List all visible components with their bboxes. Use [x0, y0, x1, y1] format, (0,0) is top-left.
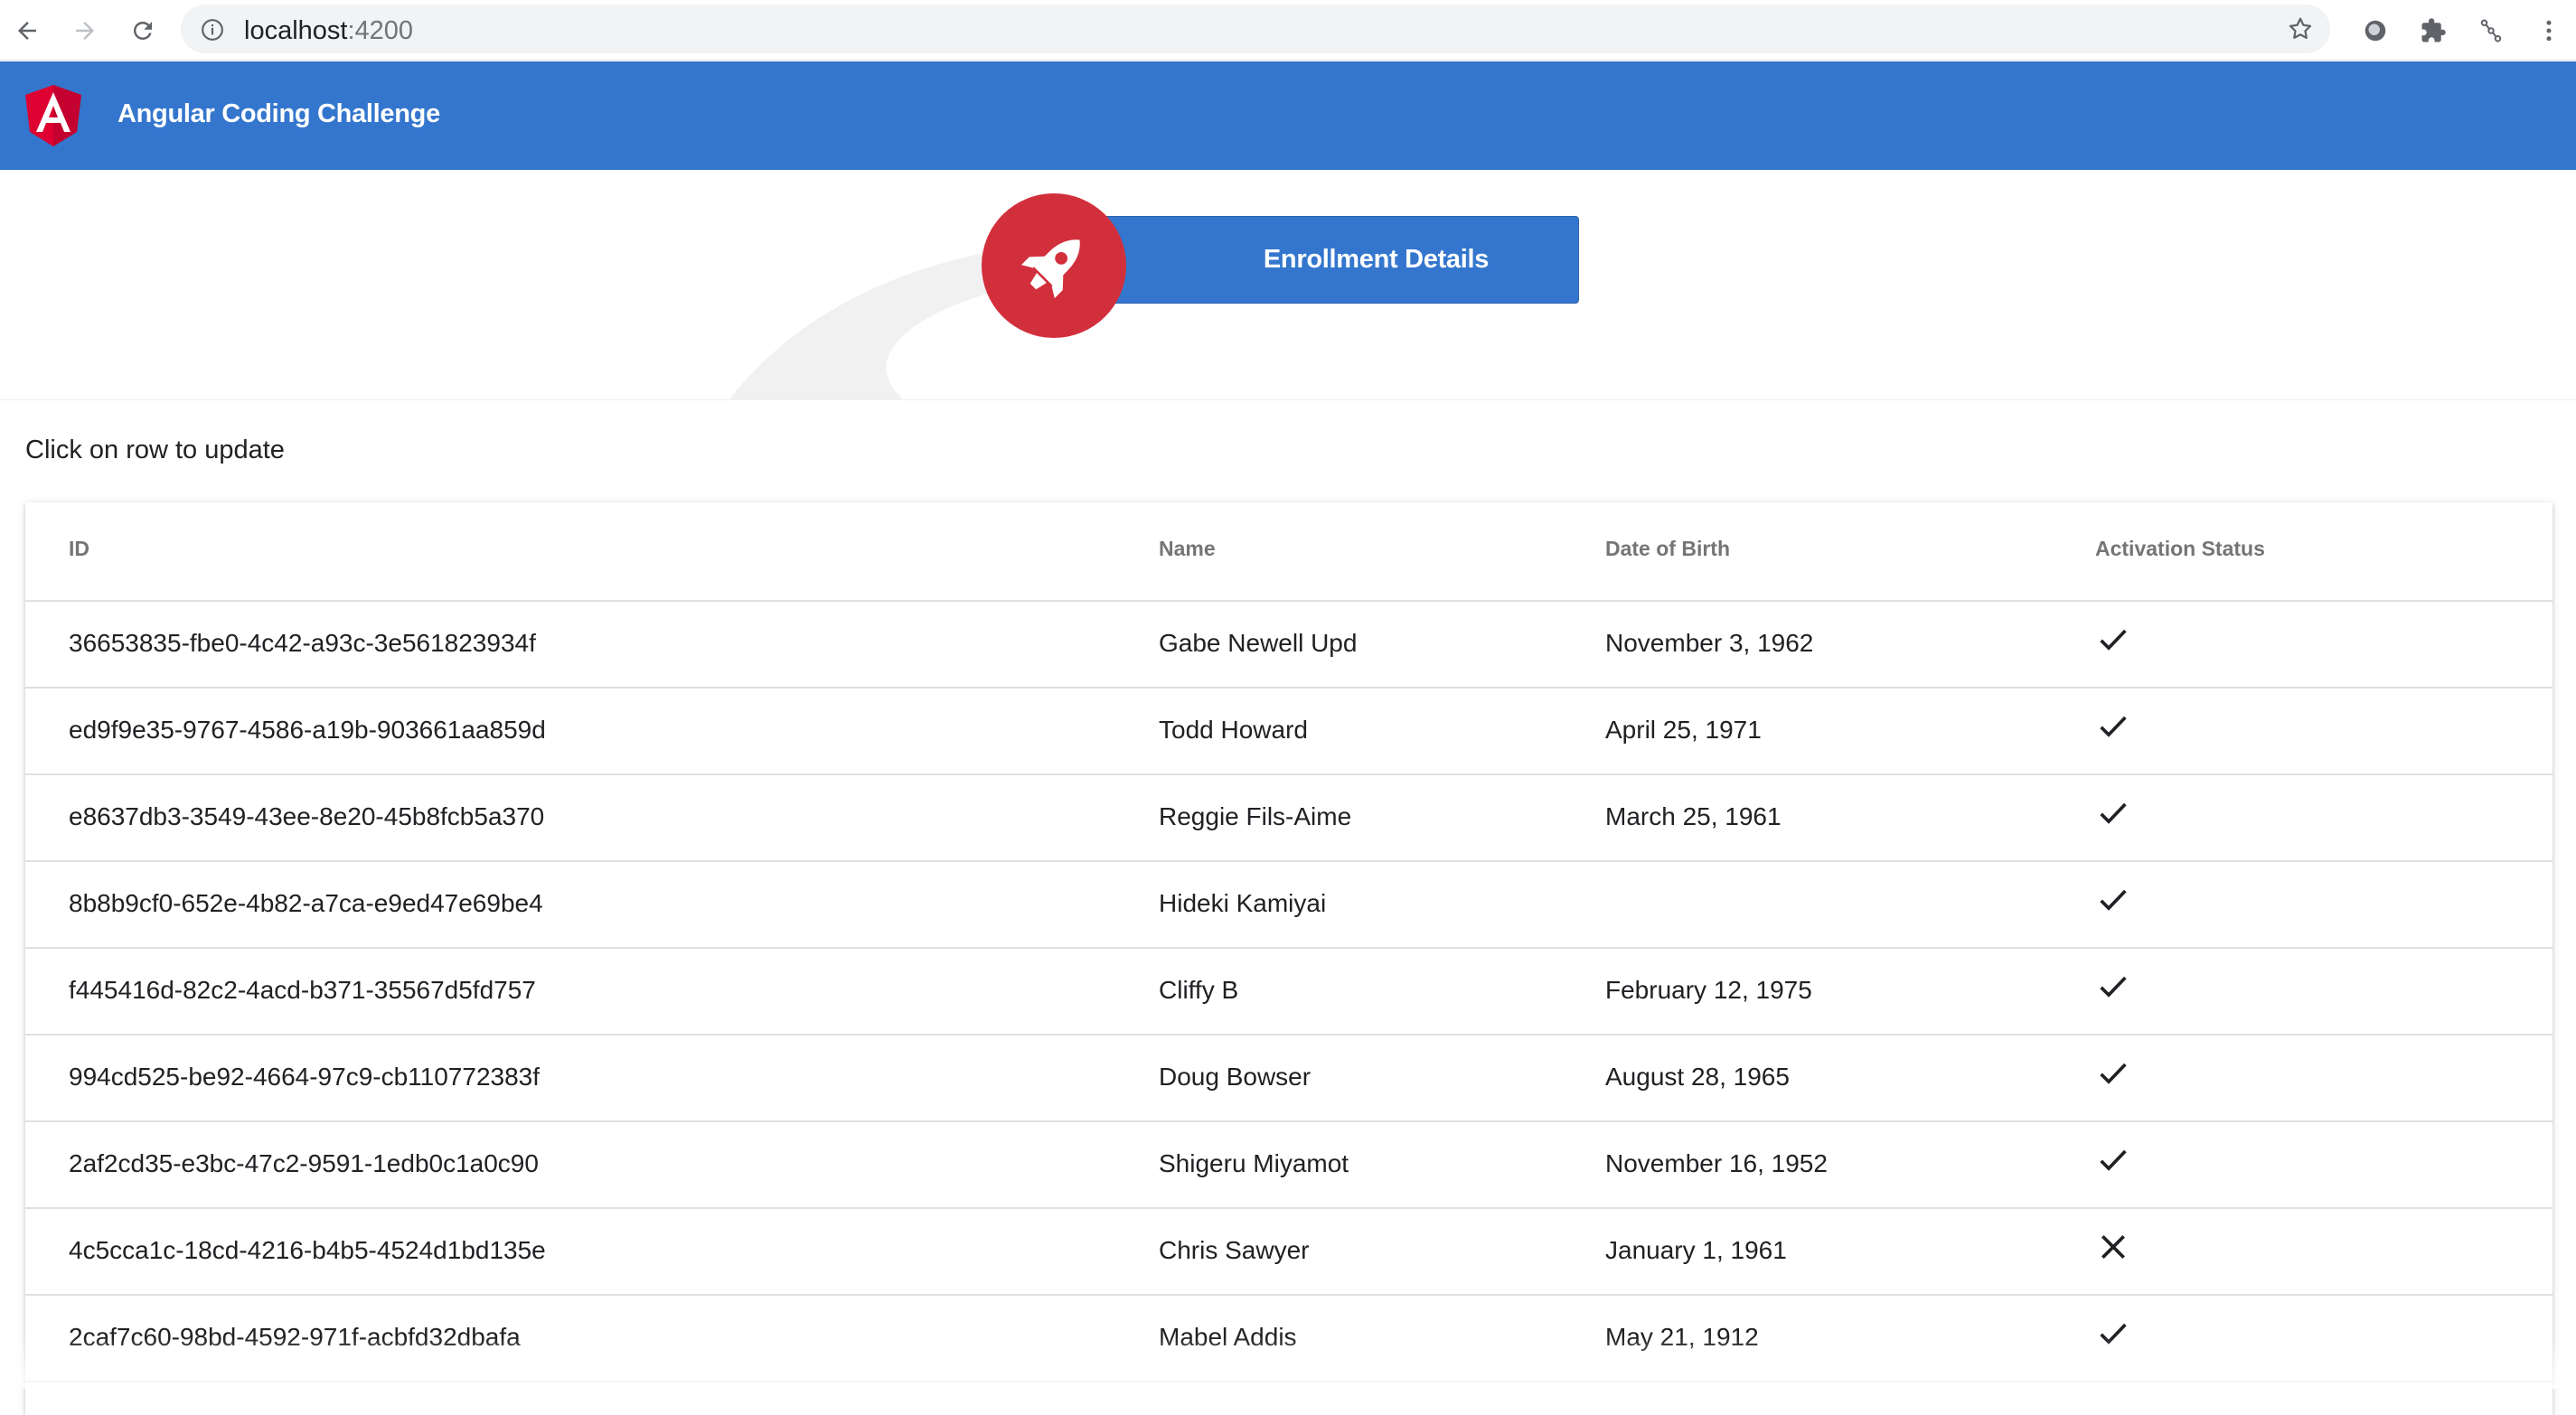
cell-id: e8637db3-3549-43ee-8e20-45b8fcb5a370 — [69, 802, 545, 830]
extension-link-icon[interactable] — [2471, 11, 2511, 51]
rocket-icon — [982, 193, 1126, 338]
cell-id: ed9f9e35-9767-4586-a19b-903661aa859d — [69, 716, 546, 744]
header-id[interactable]: ID — [69, 537, 89, 561]
cell-name: Gabe Newell Upd — [1159, 629, 1358, 657]
check-icon — [2095, 622, 2131, 664]
table-row[interactable]: f445416d-82c2-4acd-b371-35567d5fd757 Clif… — [25, 949, 2552, 1035]
enrollment-details-button[interactable]: Enrollment Details — [1074, 216, 1579, 304]
cell-date-of-birth: November 3, 1962 — [1605, 629, 1814, 657]
cell-name: Reggie Fils-Aime — [1159, 802, 1352, 830]
check-icon — [2095, 1055, 2131, 1098]
extension-circle-icon[interactable] — [2355, 11, 2395, 51]
back-arrow-icon[interactable] — [7, 11, 47, 51]
cell-id: 2af2cd35-e3bc-47c2-9591-1edb0c1a0c90 — [69, 1149, 539, 1177]
table-row[interactable]: 36653835-fbe0-4c42-a93c-3e561823934f Gabe… — [25, 602, 2552, 689]
app-title: Angular Coding Challenge — [118, 99, 440, 128]
extensions-puzzle-icon[interactable] — [2413, 11, 2453, 51]
table-row[interactable]: 4c5cca1c-18cd-4216-b4b5-4524d1bd135e Chri… — [25, 1209, 2552, 1296]
cell-date-of-birth: April 25, 1971 — [1605, 716, 1762, 744]
update-hint: Click on row to update — [25, 436, 285, 464]
browser-toolbar: localhost:4200 — [0, 0, 2576, 61]
cell-id: 4c5cca1c-18cd-4216-b4b5-4524d1bd135e — [69, 1236, 546, 1264]
table-row[interactable]: ed9f9e35-9767-4586-a19b-903661aa859d Todd… — [25, 689, 2552, 775]
header-activation-status[interactable]: Activation Status — [2095, 537, 2265, 561]
bookmark-star-icon[interactable] — [2287, 15, 2314, 47]
address-bar[interactable]: localhost:4200 — [181, 5, 2330, 53]
reload-icon[interactable] — [123, 11, 163, 51]
info-icon[interactable] — [201, 18, 224, 46]
cell-name: Shigeru Miyamot — [1159, 1149, 1349, 1177]
angular-logo-icon — [25, 85, 81, 151]
enrollment-table: ID Name Date of Birth Activation Status … — [25, 502, 2552, 1415]
table-header-row: ID Name Date of Birth Activation Status — [25, 502, 2552, 602]
check-icon — [2095, 882, 2131, 924]
app-toolbar: Angular Coding Challenge — [0, 61, 2576, 170]
header-date-of-birth[interactable]: Date of Birth — [1605, 537, 1730, 561]
cell-name: Doug Bowser — [1159, 1063, 1312, 1091]
cell-date-of-birth: May 21, 1912 — [1605, 1323, 1759, 1351]
cell-date-of-birth: February 12, 1975 — [1605, 976, 1812, 1004]
table-row[interactable]: 2af2cd35-e3bc-47c2-9591-1edb0c1a0c90 Shig… — [25, 1122, 2552, 1209]
close-icon — [2095, 1229, 2131, 1271]
check-icon — [2095, 795, 2131, 838]
cell-date-of-birth: March 25, 1961 — [1605, 802, 1782, 830]
table-row[interactable]: 994cd525-be92-4664-97c9-cb110772383f Doug… — [25, 1035, 2552, 1122]
header-name[interactable]: Name — [1159, 537, 1216, 561]
cell-name: Todd Howard — [1159, 716, 1308, 744]
table-row[interactable]: e8637db3-3549-43ee-8e20-45b8fcb5a370 Regg… — [25, 775, 2552, 862]
table-row[interactable]: 8b8b9cf0-652e-4b82-a7ca-e9ed47e69be4 Hide… — [25, 862, 2552, 949]
cell-id: 36653835-fbe0-4c42-a93c-3e561823934f — [69, 629, 536, 657]
check-icon — [2095, 1142, 2131, 1185]
cell-id: 994cd525-be92-4664-97c9-cb110772383f — [69, 1063, 541, 1091]
browser-menu-icon[interactable] — [2529, 11, 2569, 51]
cell-name: Chris Sawyer — [1159, 1236, 1310, 1264]
cell-name: Hideki Kamiyai — [1159, 889, 1327, 917]
cell-date-of-birth: January 1, 1961 — [1605, 1236, 1787, 1264]
table-row[interactable]: 2caf7c60-98bd-4592-971f-acbfd32dbafa Mabe… — [25, 1296, 2552, 1382]
check-icon — [2095, 969, 2131, 1011]
cell-name: Cliffy B — [1159, 976, 1239, 1004]
hero-section: Enrollment Details — [0, 170, 2576, 400]
url-host: localhost — [244, 16, 348, 45]
url-text: localhost:4200 — [244, 16, 413, 46]
cell-id: 2caf7c60-98bd-4592-971f-acbfd32dbafa — [69, 1323, 521, 1351]
check-icon — [2095, 1316, 2131, 1358]
cell-name: Mabel Addis — [1159, 1323, 1297, 1351]
cell-date-of-birth: August 28, 1965 — [1605, 1063, 1790, 1091]
cell-id: f445416d-82c2-4acd-b371-35567d5fd757 — [69, 976, 536, 1004]
forward-arrow-icon[interactable] — [65, 11, 105, 51]
url-port: :4200 — [347, 16, 414, 45]
cell-id: 8b8b9cf0-652e-4b82-a7ca-e9ed47e69be4 — [69, 889, 543, 917]
check-icon — [2095, 708, 2131, 751]
cell-date-of-birth: November 16, 1952 — [1605, 1149, 1828, 1177]
